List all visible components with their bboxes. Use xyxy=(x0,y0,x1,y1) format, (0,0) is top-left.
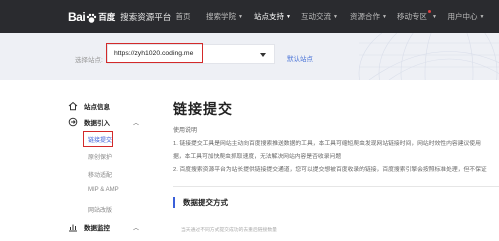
chevron-up-icon[interactable]: ︿ xyxy=(133,118,139,127)
sidebar-group-data-monitor[interactable]: 数据监控 xyxy=(68,222,110,232)
chevron-down-icon xyxy=(260,53,266,57)
section-divider xyxy=(173,186,499,187)
logo-wordmark-left: Bai xyxy=(68,10,86,24)
data-import-icon xyxy=(68,117,78,127)
page-title: 链接提交 xyxy=(173,101,233,117)
nav-user-center[interactable]: 用户中心 ▼ xyxy=(446,0,486,33)
top-navigation-bar: Bai 百度 搜索资源平台 首页 搜索学院 ▼ 站点支持 ▼ 互动交流 ▼ 资源合作 ▼… xyxy=(0,0,499,33)
sidebar-item-site-revision[interactable]: 网站改版 xyxy=(88,205,112,214)
chevron-up-icon[interactable]: ︿ xyxy=(133,223,139,232)
nav-mobile-zone-label: 移动专区 xyxy=(397,12,427,21)
sidebar-item-mobile-adaptation[interactable]: 移动适配 xyxy=(88,170,112,179)
nav-interaction-label: 互动交流 xyxy=(301,12,331,21)
logo-wordmark-right: 百度 xyxy=(98,12,116,22)
chevron-down-icon: ▼ xyxy=(333,14,338,20)
site-url-highlight xyxy=(106,43,203,63)
sidebar-item-site-info[interactable]: 站点信息 xyxy=(68,101,110,111)
chart-icon xyxy=(69,224,77,232)
usage-line: 1. 链接提交工具是网站主动向百度搜索推送数据的工具，本工具可缩短爬虫发现网站链… xyxy=(173,141,481,147)
nav-resource-cooperation[interactable]: 资源合作 ▼ xyxy=(350,0,387,33)
sidebar-group-data-import-label: 数据引入 xyxy=(84,120,110,127)
section-accent-bar xyxy=(173,196,175,208)
sidebar-item-site-info-label: 站点信息 xyxy=(84,104,110,111)
default-site-link[interactable]: 默认站点 xyxy=(287,53,313,63)
usage-line: 2. 百度搜索资源平台为站长提供链接提交通道，您可以提交想被百度收录的链接，百度… xyxy=(173,167,487,173)
sidebar-item-mip-amp[interactable]: MIP & AMP xyxy=(88,187,119,193)
baidu-paw-icon xyxy=(86,13,97,23)
nav-interaction[interactable]: 互动交流 ▼ xyxy=(301,0,338,33)
home-icon xyxy=(68,101,78,111)
nav-home-label: 首页 xyxy=(175,12,191,21)
nav-site-support-label: 站点支持 xyxy=(254,12,284,21)
usage-title: 使用说明 xyxy=(173,128,198,134)
globe-decoration-icon xyxy=(358,33,499,80)
chevron-down-icon: ▼ xyxy=(238,14,243,20)
section-heading: 数据提交方式 xyxy=(173,196,228,208)
baidu-logo[interactable]: Bai 百度 搜索资源平台 xyxy=(68,9,171,25)
nav-academy[interactable]: 搜索学院 ▼ xyxy=(206,0,243,33)
nav-resource-cooperation-label: 资源合作 xyxy=(350,12,380,21)
nav-site-support[interactable]: 站点支持 ▼ xyxy=(254,0,291,33)
nav-academy-label: 搜索学院 xyxy=(206,12,236,21)
section-footnote: 当天通过不同方式提交成功的去重后链接数量 xyxy=(181,228,277,233)
nav-user-center-label: 用户中心 xyxy=(447,12,478,21)
sidebar-group-data-monitor-label: 数据监控 xyxy=(84,225,110,232)
sidebar-group-data-import[interactable]: 数据引入 xyxy=(68,117,110,127)
chevron-down-icon: ▼ xyxy=(286,14,291,20)
notification-dot xyxy=(428,10,431,13)
sidebar-item-original-protection[interactable]: 原创保护 xyxy=(88,152,112,161)
usage-line: 据，本工具可加快爬虫抓取速度，无法解决网站内容是否收录问题 xyxy=(173,154,342,160)
site-select-label: 选择站点: xyxy=(75,57,103,64)
chevron-down-icon: ▼ xyxy=(479,14,485,20)
chevron-down-icon: ▼ xyxy=(432,14,437,20)
nav-mobile-zone[interactable]: 移动专区 ▼ xyxy=(397,0,437,33)
section-title: 数据提交方式 xyxy=(183,197,228,207)
link-submit-highlight xyxy=(83,131,113,147)
platform-name: 搜索资源平台 xyxy=(120,12,172,22)
nav-home[interactable]: 首页 xyxy=(170,0,196,33)
chevron-down-icon: ▼ xyxy=(382,14,387,20)
